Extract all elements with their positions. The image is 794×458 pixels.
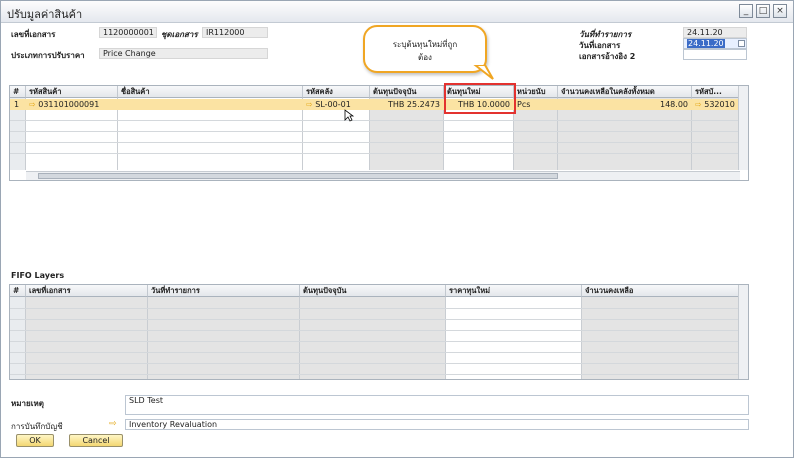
remarks-field[interactable]: SLD Test [125, 395, 749, 415]
current-cost-cell: THB 25.2473 [387, 100, 440, 109]
callout-tail [473, 65, 494, 80]
on-hand-cell: 148.00 [660, 100, 688, 109]
journal-link-arrow-icon[interactable]: ⇨ [109, 419, 117, 429]
revaluation-type-label: ประเภทการปรับราคา [11, 51, 85, 60]
series-label: ชุดเอกสาร [161, 30, 198, 39]
title-bar: ปรับมูลค่าสินค้า _ □ × [1, 1, 793, 23]
journal-label: การบันทึกบัญชี [11, 422, 63, 431]
fifo-col-num[interactable]: # [10, 285, 26, 297]
link-arrow-icon[interactable]: ⇨ [29, 100, 36, 109]
maximize-button[interactable]: □ [756, 4, 770, 18]
account-cell[interactable]: ⇨ 532010 [695, 99, 735, 110]
doc-date-field[interactable]: 24.11.20 [683, 38, 747, 49]
annotation-callout: ระบุต้นทุนใหม่ที่ถูก ต้อง [363, 25, 487, 73]
fifo-col-current-cost[interactable]: ต้นทุนปัจจุบัน [300, 285, 446, 297]
ref2-label: เอกสารอ้างอิง 2 [579, 52, 636, 61]
fifo-vertical-scrollbar[interactable] [738, 285, 748, 379]
ok-button[interactable]: OK [16, 434, 54, 447]
uom-cell: Pcs [517, 100, 531, 109]
doc-date-value: 24.11.20 [687, 39, 725, 48]
col-header-account[interactable]: รหัสบั... [692, 86, 740, 98]
revaluation-window: ปรับมูลค่าสินค้า _ □ × เลขที่เอกสาร 1120… [0, 0, 794, 458]
doc-no-label: เลขที่เอกสาร [11, 30, 56, 39]
scroll-thumb[interactable] [38, 173, 558, 179]
items-horizontal-scrollbar[interactable] [26, 171, 740, 180]
row-num: 1 [14, 100, 20, 109]
fifo-table: # เลขที่เอกสาร วันที่ทำรายการ ต้นทุนปัจจ… [9, 284, 749, 380]
col-header-warehouse[interactable]: รหัสคลัง [303, 86, 370, 98]
series-field[interactable]: IR112000 [202, 27, 268, 38]
doc-no-field[interactable]: 1120000001 [99, 27, 157, 38]
fifo-title: FIFO Layers [11, 271, 65, 280]
link-arrow-icon[interactable]: ⇨ [306, 100, 313, 109]
mouse-cursor-icon [344, 109, 354, 122]
col-header-current-cost[interactable]: ต้นทุนปัจจุบัน [370, 86, 444, 98]
link-arrow-icon[interactable]: ⇨ [695, 100, 702, 109]
remarks-label: หมายเหตุ [11, 399, 44, 408]
col-header-num[interactable]: # [10, 86, 26, 98]
col-header-item-code[interactable]: รหัสสินค้า [26, 86, 118, 98]
posting-date-field[interactable]: 24.11.20 [683, 27, 747, 38]
col-header-on-hand[interactable]: จำนวนคงเหลือในคลังทั้งหมด [558, 86, 692, 98]
fifo-col-remaining[interactable]: จำนวนคงเหลือ [582, 285, 740, 297]
item-code-cell[interactable]: ⇨ 031101000091 [29, 99, 99, 110]
minimize-button[interactable]: _ [739, 4, 753, 18]
fifo-col-posting-date[interactable]: วันที่ทำรายการ [148, 285, 300, 297]
window-title: ปรับมูลค่าสินค้า [7, 8, 83, 21]
calendar-icon[interactable] [738, 40, 745, 47]
close-button[interactable]: × [773, 4, 787, 18]
items-vertical-scrollbar[interactable] [738, 86, 748, 170]
fifo-col-doc-no[interactable]: เลขที่เอกสาร [26, 285, 148, 297]
ref2-field[interactable] [683, 49, 747, 60]
col-header-uom[interactable]: หน่วยนับ [514, 86, 558, 98]
callout-text: ระบุต้นทุนใหม่ที่ถูก ต้อง [392, 40, 458, 62]
col-header-item-name[interactable]: ชื่อสินค้า [118, 86, 303, 98]
revaluation-type-select[interactable]: Price Change [99, 48, 268, 59]
journal-field[interactable]: Inventory Revaluation [125, 419, 749, 430]
new-cost-highlight [444, 83, 516, 114]
cancel-button[interactable]: Cancel [69, 434, 123, 447]
fifo-col-new-cost[interactable]: ราคาทุนใหม่ [446, 285, 582, 297]
items-table: # รหัสสินค้า ชื่อสินค้า รหัสคลัง ต้นทุนป… [9, 85, 749, 181]
